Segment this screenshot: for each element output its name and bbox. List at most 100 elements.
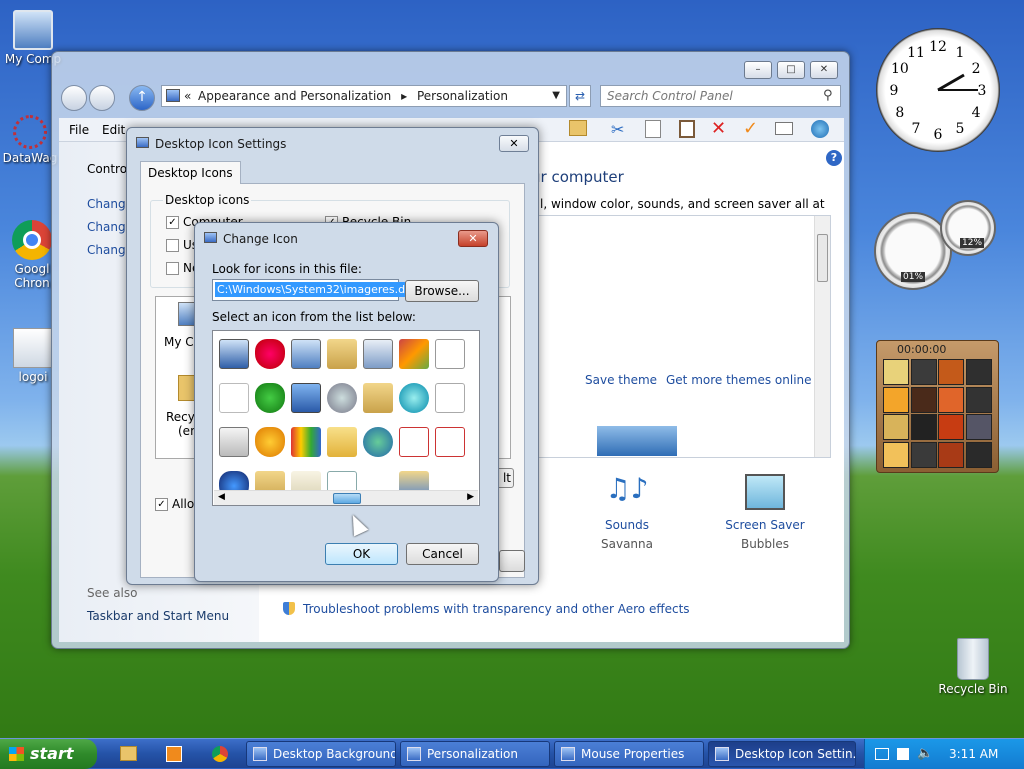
icon-option[interactable] <box>399 339 429 369</box>
icon-option[interactable] <box>435 427 465 457</box>
screen-saver-label[interactable]: Screen Saver <box>717 518 813 532</box>
puzzle-tile[interactable] <box>938 359 964 385</box>
puzzle-tile[interactable] <box>883 414 909 440</box>
scrollbar[interactable] <box>814 216 830 457</box>
cpu-meter-gadget[interactable]: 01% 12% <box>874 200 1000 292</box>
menu-edit[interactable]: Edit <box>102 123 125 137</box>
screen-saver-item[interactable]: Screen Saver Bubbles <box>717 472 813 551</box>
icon-option[interactable] <box>399 427 429 457</box>
taskbar-item-desktop-icon-settings[interactable]: Desktop Icon Settin... <box>708 741 856 767</box>
email-icon[interactable] <box>775 122 793 135</box>
icon-option[interactable] <box>255 427 285 457</box>
search-input[interactable]: Search Control Panel <box>600 85 841 107</box>
forward-button[interactable] <box>89 85 115 111</box>
close-button[interactable]: ✕ <box>810 61 838 79</box>
minimize-button[interactable]: – <box>744 61 772 79</box>
network-tray-icon[interactable] <box>875 748 889 760</box>
icon-option[interactable] <box>219 383 249 413</box>
puzzle-board[interactable] <box>883 359 993 469</box>
quicklaunch-chrome-icon[interactable] <box>212 746 228 762</box>
puzzle-tile[interactable] <box>883 386 909 413</box>
icon-option[interactable] <box>363 427 393 457</box>
flag-tray-icon[interactable] <box>897 748 909 760</box>
cancel-button[interactable]: Cancel <box>406 543 479 565</box>
close-button[interactable]: ✕ <box>458 230 488 247</box>
themes-list[interactable]: Save theme Get more themes online <box>529 215 831 458</box>
puzzle-tile[interactable] <box>910 386 937 413</box>
scroll-thumb[interactable] <box>817 234 828 282</box>
taskbar-item-personalization[interactable]: Personalization <box>400 741 550 767</box>
paste-icon[interactable] <box>679 120 695 138</box>
browse-button[interactable]: Browse... <box>405 280 479 302</box>
taskbar-item-desktop-background[interactable]: Desktop Background <box>246 741 396 767</box>
icon-option[interactable] <box>291 339 321 369</box>
icon-option[interactable] <box>327 383 357 413</box>
puzzle-tile[interactable] <box>910 441 937 468</box>
tab-desktop-icons[interactable]: Desktop Icons <box>140 161 241 184</box>
scroll-left-icon[interactable]: ◀ <box>218 492 225 502</box>
puzzle-tile[interactable] <box>965 414 992 440</box>
sounds-label[interactable]: Sounds <box>579 518 675 532</box>
puzzle-tile[interactable] <box>965 386 992 413</box>
icon-option[interactable] <box>219 427 249 457</box>
save-theme-link[interactable]: Save theme <box>585 373 657 387</box>
scroll-thumb[interactable] <box>333 493 361 504</box>
network-icon[interactable] <box>811 120 829 138</box>
icon-option[interactable] <box>255 383 285 413</box>
icon-option[interactable] <box>291 383 321 413</box>
breadcrumb-personalization[interactable]: Personalization <box>417 89 508 103</box>
close-button[interactable]: ✕ <box>499 135 529 152</box>
help-icon[interactable]: ? <box>826 150 842 166</box>
sounds-item[interactable]: ♫♪ Sounds Savanna <box>579 472 675 551</box>
icon-option[interactable] <box>327 427 357 457</box>
address-dropdown-icon[interactable]: ▼ <box>552 86 560 106</box>
hidden-button-edge[interactable] <box>499 550 525 572</box>
address-bar[interactable]: « Appearance and Personalization ▸ Perso… <box>161 85 567 107</box>
theme-thumbnail[interactable] <box>597 426 677 456</box>
check-icon[interactable]: ✓ <box>743 118 758 139</box>
refresh-button[interactable]: ⇄ <box>569 85 591 107</box>
icon-option[interactable] <box>435 383 465 413</box>
icon-option[interactable] <box>363 339 393 369</box>
ok-button[interactable]: OK <box>325 543 398 565</box>
puzzle-tile[interactable] <box>965 441 992 468</box>
clock-gadget[interactable]: 12 1 2 3 4 5 6 7 8 9 10 11 <box>876 28 1000 152</box>
cut-icon[interactable]: ✂ <box>611 120 624 139</box>
troubleshoot-link[interactable]: Troubleshoot problems with transparency … <box>303 602 690 616</box>
breadcrumb-appearance[interactable]: Appearance and Personalization <box>198 89 391 103</box>
desktop-icon-recycle-bin[interactable]: Recycle Bin <box>938 638 1008 696</box>
menu-file[interactable]: File <box>69 123 89 137</box>
taskbar-item-mouse-properties[interactable]: Mouse Properties <box>554 741 704 767</box>
delete-icon[interactable]: ✕ <box>711 118 726 139</box>
get-more-themes-link[interactable]: Get more themes online <box>666 373 812 387</box>
puzzle-tile[interactable] <box>938 386 964 413</box>
puzzle-tile[interactable] <box>965 359 992 385</box>
file-path-input[interactable]: C:\Windows\System32\imageres.dll <box>212 279 414 301</box>
quicklaunch-media-icon[interactable] <box>166 746 182 762</box>
puzzle-tile[interactable] <box>938 414 964 440</box>
start-button[interactable]: start <box>0 739 97 769</box>
icon-list[interactable]: ◀ ▶ <box>212 330 480 506</box>
puzzle-tile[interactable] <box>883 441 909 468</box>
quicklaunch-explorer-icon[interactable] <box>120 746 137 761</box>
folder-icon[interactable] <box>569 120 587 136</box>
scroll-right-icon[interactable]: ▶ <box>467 492 474 502</box>
tray-clock[interactable]: 3:11 AM <box>949 739 998 769</box>
taskbar-start-menu-link[interactable]: Taskbar and Start Menu <box>87 609 229 623</box>
icon-option[interactable] <box>291 427 321 457</box>
puzzle-tile[interactable] <box>910 359 937 385</box>
icon-option[interactable] <box>255 339 285 369</box>
maximize-button[interactable]: □ <box>777 61 805 79</box>
back-button[interactable] <box>61 85 87 111</box>
icon-option[interactable] <box>399 383 429 413</box>
copy-icon[interactable] <box>645 120 661 138</box>
icon-option[interactable] <box>327 339 357 369</box>
puzzle-tile[interactable] <box>938 441 964 468</box>
icon-option[interactable] <box>363 383 393 413</box>
picture-puzzle-gadget[interactable]: 00:00:00 <box>876 340 999 473</box>
left-link-control[interactable]: Contro <box>87 162 127 176</box>
volume-tray-icon[interactable]: 🔈 <box>917 739 933 769</box>
icon-option[interactable] <box>219 339 249 369</box>
refresh-nav-button[interactable]: ↑ <box>129 85 155 111</box>
icon-option[interactable] <box>435 339 465 369</box>
